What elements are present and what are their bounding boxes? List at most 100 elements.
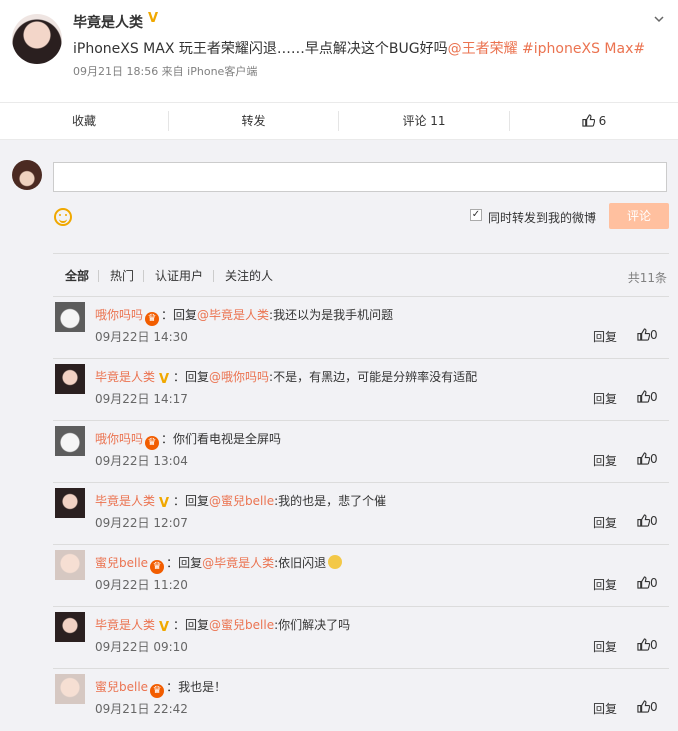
reply-button[interactable]: 回复 bbox=[593, 638, 617, 655]
thumbs-up-icon bbox=[637, 328, 651, 341]
comment-time: 09月22日 14:17 bbox=[95, 392, 188, 406]
commenter-name[interactable]: 哦你吗吗 bbox=[95, 432, 143, 446]
comment-like-button[interactable]: 0 bbox=[637, 328, 658, 342]
comment-like-button[interactable]: 0 bbox=[637, 638, 658, 652]
comment-item: 蜜兒belle ♛ ：我也是！ 09月21日 22:42 回复 0 bbox=[53, 669, 669, 731]
commenter-name[interactable]: 毕竟是人类 bbox=[95, 618, 155, 632]
reply-button[interactable]: 回复 bbox=[593, 390, 617, 407]
comment-prefix: ：回复 bbox=[173, 494, 210, 508]
commenter-name[interactable]: 毕竟是人类 bbox=[95, 370, 155, 384]
comment-mention[interactable]: @毕竟是人类 bbox=[197, 308, 269, 322]
comment-prefix: ：回复 bbox=[173, 618, 210, 632]
commenter-avatar[interactable] bbox=[55, 550, 85, 580]
comment-item: 蜜兒belle ♛ ：回复@毕竟是人类:依旧闪退 09月22日 11:20 回复 0 bbox=[53, 545, 669, 607]
favorite-button[interactable]: 收藏 bbox=[0, 103, 168, 139]
comment-line: 哦你吗吗 ♛ ：你们看电视是全屏吗 bbox=[95, 430, 281, 450]
tab-hot[interactable]: 热门 bbox=[110, 269, 134, 283]
comment-mention[interactable]: @蜜兒belle bbox=[209, 618, 274, 632]
comment-time: 09月21日 22:42 bbox=[95, 702, 188, 716]
weibo-post: 毕竟是人类 V iPhoneXS MAX 玩王者荣耀闪退……早点解决这个BUG好… bbox=[0, 0, 678, 102]
post-author-name[interactable]: 毕竟是人类 bbox=[73, 12, 143, 32]
like-button[interactable]: 6 bbox=[510, 103, 678, 139]
chevron-down-icon[interactable] bbox=[654, 14, 664, 24]
comment-item: 毕竟是人类 V ：回复@蜜兒belle:你们解决了吗 09月22日 09:10 回复… bbox=[53, 607, 669, 669]
submit-comment-button[interactable]: 评论 bbox=[609, 203, 669, 229]
member-crown-icon: ♛ bbox=[150, 684, 165, 698]
commenter-avatar[interactable] bbox=[55, 364, 85, 394]
comment-total: 共11条 bbox=[627, 271, 667, 285]
comment-like-count: 0 bbox=[650, 514, 658, 528]
tab-verified[interactable]: 认证用户 bbox=[155, 269, 203, 283]
comment-mention[interactable]: @哦你吗吗 bbox=[209, 370, 269, 384]
divider bbox=[213, 270, 214, 282]
commenter-name[interactable]: 哦你吗吗 bbox=[95, 308, 143, 322]
comment-item: 毕竟是人类 V ：回复@哦你吗吗:不是，有黑边，可能是分辨率没有适配 09月22日 … bbox=[53, 359, 669, 421]
crying-emoji-icon bbox=[328, 555, 343, 569]
comment-item: 哦你吗吗 ♛ ：你们看电视是全屏吗 09月22日 13:04 回复 0 bbox=[53, 421, 669, 483]
reply-button[interactable]: 回复 bbox=[593, 576, 617, 593]
comment-text: 你们看电视是全屏吗 bbox=[173, 432, 282, 446]
thumbs-up-icon bbox=[637, 514, 651, 527]
comment-text: :我的也是，悲了个催 bbox=[274, 494, 387, 508]
post-text: iPhoneXS MAX 玩王者荣耀闪退……早点解决这个BUG好吗@王者荣耀 #… bbox=[73, 38, 645, 58]
reply-button[interactable]: 回复 bbox=[593, 700, 617, 717]
thumbs-up-icon bbox=[637, 390, 651, 403]
comment-time: 09月22日 12:07 bbox=[95, 516, 188, 530]
comment-like-button[interactable]: 0 bbox=[637, 514, 658, 528]
commenter-avatar[interactable] bbox=[55, 302, 85, 332]
comment-mention[interactable]: @毕竟是人类 bbox=[202, 556, 274, 570]
post-author-avatar[interactable] bbox=[12, 14, 62, 64]
commenter-avatar[interactable] bbox=[55, 488, 85, 518]
divider bbox=[98, 270, 99, 282]
thumbs-up-icon bbox=[637, 452, 651, 465]
reply-button[interactable]: 回复 bbox=[593, 452, 617, 469]
forward-button[interactable]: 转发 bbox=[169, 103, 338, 139]
commenter-name[interactable]: 毕竟是人类 bbox=[95, 494, 155, 508]
comment-like-count: 0 bbox=[650, 576, 658, 590]
comment-like-button[interactable]: 0 bbox=[637, 452, 658, 466]
comment-text: :你们解决了吗 bbox=[274, 618, 351, 632]
emoji-icon[interactable] bbox=[54, 208, 72, 226]
my-avatar bbox=[12, 160, 42, 190]
comment-time: 09月22日 13:04 bbox=[95, 454, 188, 468]
comment-text: :依旧闪退 bbox=[274, 556, 327, 570]
verified-v-icon: V bbox=[148, 11, 159, 26]
commenter-name[interactable]: 蜜兒belle bbox=[95, 680, 148, 694]
comment-text: 我也是！ bbox=[178, 680, 227, 694]
reply-button[interactable]: 回复 bbox=[593, 328, 617, 345]
commenter-avatar[interactable] bbox=[55, 674, 85, 704]
commenter-avatar[interactable] bbox=[55, 612, 85, 642]
like-count: 6 bbox=[598, 114, 607, 128]
verified-v-icon: V bbox=[158, 372, 170, 387]
comment-line: 毕竟是人类 V ：回复@蜜兒belle:我的也是，悲了个催 bbox=[95, 492, 386, 511]
comment-like-button[interactable]: 0 bbox=[637, 700, 658, 714]
tab-followed[interactable]: 关注的人 bbox=[225, 269, 273, 283]
forward-checkbox-label[interactable]: 同时转发到我的微博 bbox=[488, 209, 596, 226]
verified-v-icon: V bbox=[158, 620, 170, 635]
comment-line: 哦你吗吗 ♛ ：回复@毕竟是人类:我还以为是我手机问题 bbox=[95, 306, 393, 326]
post-mention-link[interactable]: @王者荣耀 bbox=[448, 41, 518, 57]
comment-mention[interactable]: @蜜兒belle bbox=[209, 494, 274, 508]
comment-filter-tabs: 全部 热门 认证用户 关注的人 共11条 bbox=[53, 253, 669, 297]
post-topic-link[interactable]: #iphoneXS Max# bbox=[522, 41, 645, 57]
comment-line: 毕竟是人类 V ：回复@蜜兒belle:你们解决了吗 bbox=[95, 616, 350, 635]
thumbs-up-icon bbox=[582, 114, 595, 127]
comment-item: 哦你吗吗 ♛ ：回复@毕竟是人类:我还以为是我手机问题 09月22日 14:30 回… bbox=[53, 297, 669, 359]
reply-button[interactable]: 回复 bbox=[593, 514, 617, 531]
commenter-name[interactable]: 蜜兒belle bbox=[95, 556, 148, 570]
member-crown-icon: ♛ bbox=[145, 436, 160, 450]
comment-like-count: 0 bbox=[650, 452, 658, 466]
forward-checkbox[interactable]: ✓ bbox=[470, 209, 482, 221]
commenter-avatar[interactable] bbox=[55, 426, 85, 456]
comment-input[interactable] bbox=[53, 162, 667, 192]
member-crown-icon: ♛ bbox=[150, 560, 165, 574]
comment-like-button[interactable]: 0 bbox=[637, 576, 658, 590]
post-action-bar: 收藏 转发 评论 11 6 bbox=[0, 102, 678, 140]
comment-button[interactable]: 评论 11 bbox=[339, 103, 509, 139]
comment-prefix: ：回复 bbox=[166, 556, 203, 570]
comment-like-button[interactable]: 0 bbox=[637, 390, 658, 404]
comment-like-count: 0 bbox=[650, 638, 658, 652]
tab-all[interactable]: 全部 bbox=[65, 269, 89, 283]
comment-text: :不是，有黑边，可能是分辨率没有适配 bbox=[269, 370, 478, 384]
comment-text: :我还以为是我手机问题 bbox=[269, 308, 394, 322]
